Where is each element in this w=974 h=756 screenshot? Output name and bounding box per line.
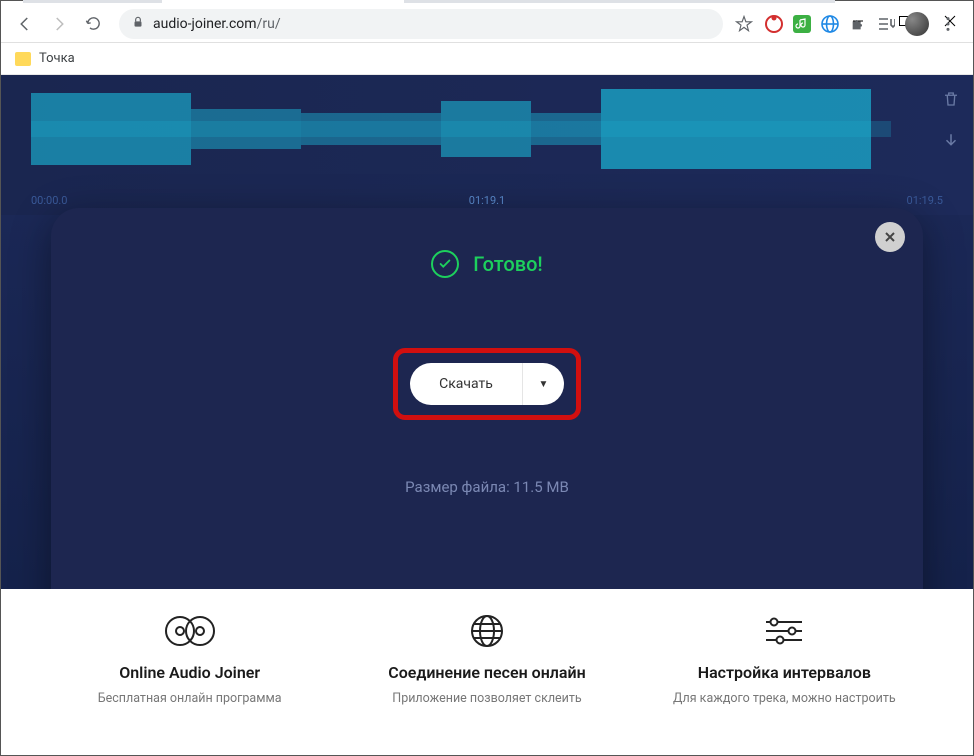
url-text: audio-joiner.com/ru/ bbox=[153, 16, 281, 32]
download-label: Скачать bbox=[410, 363, 522, 405]
lock-icon bbox=[131, 14, 145, 33]
feature-desc: Для каждого трека, можно настроить bbox=[673, 690, 896, 708]
done-indicator: Готово! bbox=[431, 250, 542, 278]
globe-ext-icon[interactable] bbox=[821, 15, 839, 33]
trash-icon[interactable] bbox=[939, 87, 963, 111]
track-side-controls bbox=[939, 87, 963, 153]
filesize-label: Размер файла: 11.5 MB bbox=[405, 478, 569, 496]
star-icon[interactable] bbox=[735, 15, 753, 33]
adguard-icon[interactable] bbox=[765, 15, 783, 33]
address-bar[interactable]: audio-joiner.com/ru/ bbox=[119, 9, 723, 39]
reading-list-icon[interactable] bbox=[877, 15, 895, 33]
sliders-icon bbox=[762, 611, 806, 651]
music-ext-icon[interactable] bbox=[793, 15, 811, 33]
tab-strip: Lumpics.ru Соединить песни онлайн, склеи bbox=[23, 0, 835, 3]
time-start: 00:00.0 bbox=[31, 194, 67, 207]
feature-title: Соединение песен онлайн bbox=[388, 663, 585, 682]
bookmarks-bar: Точка bbox=[1, 43, 973, 75]
feature-title: Настройка интервалов bbox=[698, 663, 871, 682]
puzzle-icon[interactable] bbox=[849, 15, 867, 33]
annotation-highlight: Скачать ▼ bbox=[393, 348, 581, 420]
browser-toolbar: audio-joiner.com/ru/ bbox=[1, 5, 973, 43]
waveform-icon bbox=[31, 83, 891, 175]
check-circle-icon bbox=[431, 250, 459, 278]
folder-icon bbox=[15, 52, 31, 66]
feature-desc: Приложение позволяет склеить bbox=[392, 690, 581, 708]
reload-button[interactable] bbox=[79, 10, 107, 38]
features-section: Online Audio Joiner Бесплатная онлайн пр… bbox=[1, 589, 973, 719]
download-dropdown[interactable]: ▼ bbox=[522, 363, 564, 405]
feature-online-joiner: Online Audio Joiner Бесплатная онлайн пр… bbox=[41, 611, 338, 719]
feature-intervals: Настройка интервалов Для каждого трека, … bbox=[636, 611, 933, 719]
feature-merge-online: Соединение песен онлайн Приложение позво… bbox=[338, 611, 635, 719]
feature-desc: Бесплатная онлайн программа bbox=[98, 690, 282, 708]
time-end: 01:19.5 bbox=[907, 194, 943, 207]
download-button[interactable]: Скачать ▼ bbox=[410, 363, 564, 405]
extensions bbox=[759, 12, 963, 36]
close-modal-button[interactable] bbox=[875, 222, 905, 252]
globe-icon bbox=[470, 611, 504, 651]
discs-icon bbox=[160, 611, 220, 651]
profile-avatar[interactable] bbox=[905, 12, 929, 36]
chevron-down-icon: ▼ bbox=[539, 379, 549, 390]
feature-title: Online Audio Joiner bbox=[119, 663, 260, 682]
tab-audiojoiner[interactable]: Соединить песни онлайн, склеи bbox=[162, 0, 404, 3]
forward-button[interactable] bbox=[45, 10, 73, 38]
back-button[interactable] bbox=[11, 10, 39, 38]
done-label: Готово! bbox=[473, 252, 542, 276]
bookmark-item[interactable]: Точка bbox=[39, 51, 75, 66]
tab-lumpics[interactable]: Lumpics.ru bbox=[31, 0, 162, 3]
menu-icon[interactable] bbox=[939, 15, 957, 33]
time-mid: 01:19.1 bbox=[469, 194, 505, 207]
download-arrow-icon[interactable] bbox=[939, 129, 963, 153]
waveform-track: 00:00.0 01:19.5 01:19.1 bbox=[1, 75, 973, 215]
page-content: 00:00.0 01:19.5 01:19.1 Готово! bbox=[1, 75, 973, 719]
